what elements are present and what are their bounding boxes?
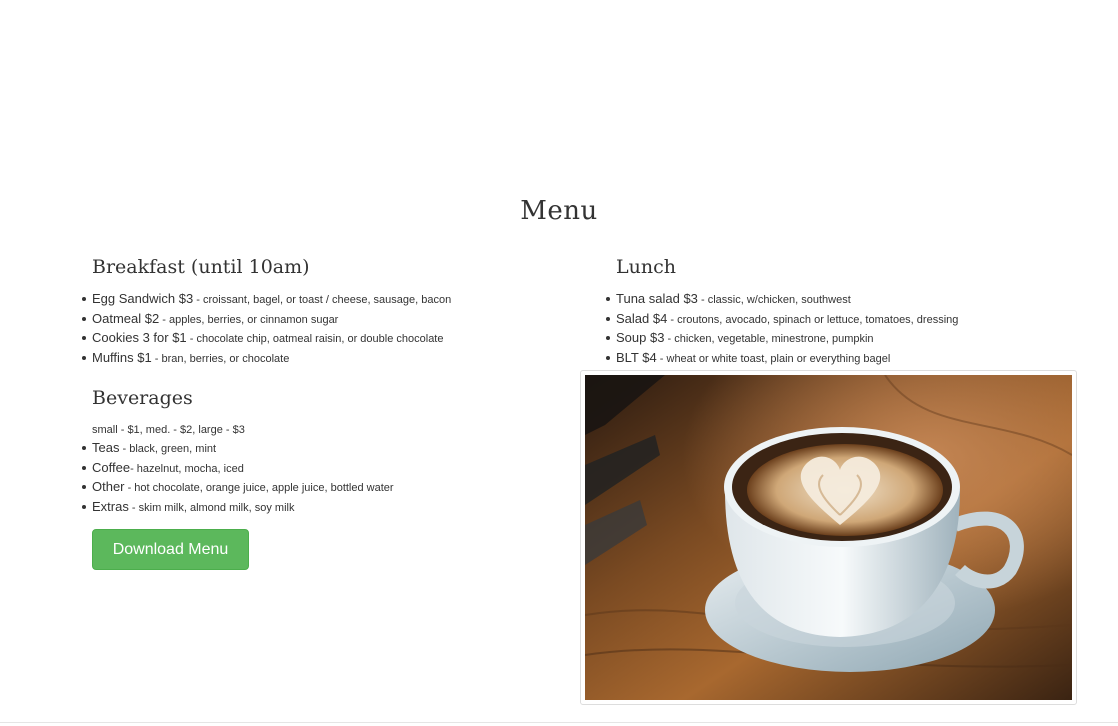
item-name: Extras xyxy=(92,498,129,514)
item-desc: - hot chocolate, orange juice, apple jui… xyxy=(124,482,394,495)
item-desc: - black, green, mint xyxy=(119,443,217,455)
beverage-size-note: small - $1, med. - $2, large - $3 xyxy=(92,424,245,436)
list-item: Extras - skim milk, almond milk, soy mil… xyxy=(82,498,394,518)
item-name: BLT $4 xyxy=(616,349,657,365)
item-name: Tuna salad $3 xyxy=(616,291,698,306)
item-name: Cookies 3 for $1 xyxy=(92,330,187,346)
list-item: Cookies 3 for $1 - chocolate chip, oatme… xyxy=(81,329,451,349)
menu-page: Menu Breakfast (until 10am) Egg Sandwich… xyxy=(0,0,1118,726)
list-item: Coffee- hazelnut, mocha, iced xyxy=(82,459,394,479)
item-name: Other xyxy=(92,479,125,495)
item-desc: - chicken, vegetable, minestrone, pumpki… xyxy=(664,333,874,346)
item-name: Soup $3 xyxy=(616,330,665,346)
breakfast-list: Egg Sandwich $3 - croissant, bagel, or t… xyxy=(81,290,452,369)
coffee-cup-image xyxy=(585,375,1072,700)
lunch-list: Tuna salad $3 - classic, w/chicken, sout… xyxy=(605,290,959,369)
item-desc: - classic, w/chicken, southwest xyxy=(697,294,851,306)
coffee-photo xyxy=(580,370,1077,705)
list-item: Muffins $1 - bran, berries, or chocolate xyxy=(81,349,451,369)
lunch-title: Lunch xyxy=(616,256,676,278)
list-item: Oatmeal $2 - apples, berries, or cinnamo… xyxy=(81,310,451,330)
item-name: Oatmeal $2 xyxy=(92,310,160,326)
item-desc: - wheat or white toast, plain or everyth… xyxy=(656,352,891,365)
list-item: Tuna salad $3 - classic, w/chicken, sout… xyxy=(605,290,958,310)
item-name: Teas xyxy=(92,440,120,455)
item-name: Salad $4 xyxy=(616,310,668,326)
item-desc: - hazelnut, mocha, iced xyxy=(130,462,244,475)
item-name: Egg Sandwich $3 xyxy=(92,291,194,306)
list-item: Salad $4 - croutons, avocado, spinach or… xyxy=(605,310,959,330)
download-menu-button[interactable]: Download Menu xyxy=(92,529,249,570)
item-desc: - croissant, bagel, or toast / cheese, s… xyxy=(193,294,452,306)
item-desc: - apples, berries, or cinnamon sugar xyxy=(159,313,339,326)
footer-divider xyxy=(0,722,1118,723)
list-item: Egg Sandwich $3 - croissant, bagel, or t… xyxy=(81,290,452,310)
breakfast-title: Breakfast (until 10am) xyxy=(92,256,310,278)
item-name: Muffins $1 xyxy=(92,349,152,365)
beverages-list: Teas - black, green, mint Coffee- hazeln… xyxy=(82,439,394,518)
list-item: Other - hot chocolate, orange juice, app… xyxy=(82,478,394,498)
item-name: Coffee xyxy=(92,459,131,475)
beverages-title: Beverages xyxy=(92,387,193,409)
item-desc: - skim milk, almond milk, soy milk xyxy=(128,501,295,514)
item-desc: - bran, berries, or chocolate xyxy=(151,352,290,365)
menu-title: Menu xyxy=(520,196,598,226)
item-desc: - croutons, avocado, spinach or lettuce,… xyxy=(667,313,959,326)
item-desc: - chocolate chip, oatmeal raisin, or dou… xyxy=(186,333,444,346)
list-item: BLT $4 - wheat or white toast, plain or … xyxy=(605,349,958,369)
list-item: Soup $3 - chicken, vegetable, minestrone… xyxy=(605,329,958,349)
list-item: Teas - black, green, mint xyxy=(82,439,394,459)
